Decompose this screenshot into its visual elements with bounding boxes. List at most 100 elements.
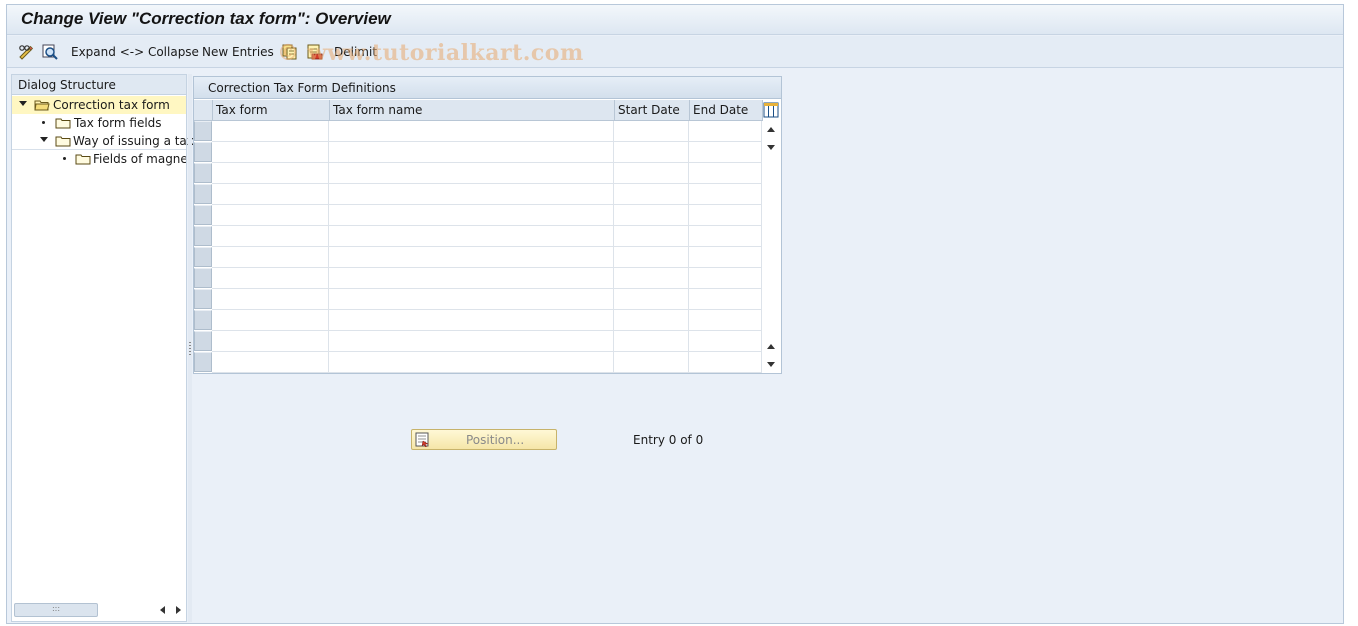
table-row [212, 163, 762, 184]
end-date-cell[interactable] [689, 310, 762, 331]
tax-form-name-cell[interactable] [329, 121, 614, 142]
start-date-cell[interactable] [614, 268, 689, 289]
start-date-cell[interactable] [614, 205, 689, 226]
end-date-cell[interactable] [689, 247, 762, 268]
end-date-cell[interactable] [689, 142, 762, 163]
tax-form-name-cell[interactable] [329, 289, 614, 310]
expand-arrow-icon[interactable] [19, 101, 27, 106]
tax-form-name-cell[interactable] [329, 268, 614, 289]
end-date-cell[interactable] [689, 163, 762, 184]
folder-icon [55, 136, 71, 147]
table-row [212, 268, 762, 289]
tax-form-cell[interactable] [212, 163, 329, 184]
tax-form-cell[interactable] [212, 226, 329, 247]
tree-item-correction-tax-form[interactable]: Correction tax form [12, 96, 186, 114]
column-header-tax-form-name[interactable]: Tax form name [330, 100, 615, 121]
table-settings-icon[interactable] [763, 102, 779, 118]
row-selector[interactable] [194, 268, 212, 288]
scroll-page-up-icon[interactable] [767, 344, 775, 349]
tax-form-cell[interactable] [212, 205, 329, 226]
tax-form-name-cell[interactable] [329, 205, 614, 226]
row-selector[interactable] [194, 163, 212, 183]
expand-collapse-button[interactable]: Expand <-> Collapse [71, 45, 199, 59]
tax-form-name-cell[interactable] [329, 226, 614, 247]
tree-item-way-of-issuing[interactable]: Way of issuing a tax [12, 132, 194, 150]
horizontal-scrollbar[interactable]: ::: [14, 603, 184, 617]
start-date-cell[interactable] [614, 142, 689, 163]
column-header-tax-form[interactable]: Tax form [213, 100, 330, 121]
column-header-end-date[interactable]: End Date [690, 100, 763, 121]
end-date-cell[interactable] [689, 268, 762, 289]
end-date-cell[interactable] [689, 205, 762, 226]
scrollbar-thumb[interactable]: ::: [14, 603, 98, 617]
row-selector[interactable] [194, 289, 212, 309]
tax-form-cell[interactable] [212, 310, 329, 331]
scroll-page-down-icon[interactable] [767, 362, 775, 367]
splitter-grip[interactable] [189, 342, 191, 356]
table-title: Correction Tax Form Definitions [194, 77, 781, 99]
row-selector[interactable] [194, 352, 212, 372]
row-selector[interactable] [194, 205, 212, 225]
start-date-cell[interactable] [614, 247, 689, 268]
table-row [212, 310, 762, 331]
tax-form-cell[interactable] [212, 289, 329, 310]
bullet-icon [63, 157, 66, 160]
row-selector[interactable] [194, 142, 212, 162]
table-row [212, 142, 762, 163]
tax-form-cell[interactable] [212, 352, 329, 373]
tax-form-name-cell[interactable] [329, 352, 614, 373]
start-date-cell[interactable] [614, 310, 689, 331]
scroll-up-icon[interactable] [767, 127, 775, 132]
end-date-cell[interactable] [689, 289, 762, 310]
row-selector[interactable] [194, 121, 212, 141]
tax-form-cell[interactable] [212, 184, 329, 205]
start-date-cell[interactable] [614, 289, 689, 310]
panel-splitter[interactable] [188, 74, 192, 622]
tree-item-tax-form-fields[interactable]: Tax form fields [12, 114, 186, 132]
scroll-right-icon[interactable] [176, 606, 181, 614]
start-date-cell[interactable] [614, 226, 689, 247]
select-all-header[interactable] [194, 100, 213, 121]
row-selector[interactable] [194, 247, 212, 267]
vertical-scrollbar[interactable] [763, 121, 781, 373]
end-date-cell[interactable] [689, 331, 762, 352]
end-date-cell[interactable] [689, 121, 762, 142]
tax-form-name-cell[interactable] [329, 310, 614, 331]
tax-form-cell[interactable] [212, 331, 329, 352]
expand-arrow-icon[interactable] [40, 137, 48, 142]
tree-item-fields-of-magnetic[interactable]: Fields of magneti [12, 150, 186, 168]
start-date-cell[interactable] [614, 184, 689, 205]
position-button[interactable]: Position... [411, 429, 557, 450]
tax-form-name-cell[interactable] [329, 184, 614, 205]
start-date-cell[interactable] [614, 163, 689, 184]
other-object-icon[interactable] [41, 43, 59, 61]
display-change-icon[interactable] [17, 43, 35, 61]
table-row [212, 205, 762, 226]
start-date-cell[interactable] [614, 331, 689, 352]
end-date-cell[interactable] [689, 352, 762, 373]
end-date-cell[interactable] [689, 226, 762, 247]
tax-form-cell[interactable] [212, 268, 329, 289]
tree-item-label: Fields of magneti [93, 152, 186, 166]
table-row [212, 247, 762, 268]
row-selector[interactable] [194, 331, 212, 351]
tax-form-name-cell[interactable] [329, 247, 614, 268]
page-title: Change View "Correction tax form": Overv… [21, 9, 391, 28]
scroll-left-icon[interactable] [160, 606, 165, 614]
tax-form-name-cell[interactable] [329, 163, 614, 184]
tax-form-name-cell[interactable] [329, 331, 614, 352]
scroll-down-icon[interactable] [767, 145, 775, 150]
tax-form-cell[interactable] [212, 247, 329, 268]
new-entries-button[interactable]: New Entries [202, 45, 274, 59]
row-selector[interactable] [194, 226, 212, 246]
row-selector[interactable] [194, 184, 212, 204]
column-header-start-date[interactable]: Start Date [615, 100, 690, 121]
tax-form-cell[interactable] [212, 142, 329, 163]
table-row [212, 352, 762, 373]
tax-form-cell[interactable] [212, 121, 329, 142]
tax-form-name-cell[interactable] [329, 142, 614, 163]
row-selector[interactable] [194, 310, 212, 330]
end-date-cell[interactable] [689, 184, 762, 205]
start-date-cell[interactable] [614, 121, 689, 142]
start-date-cell[interactable] [614, 352, 689, 373]
